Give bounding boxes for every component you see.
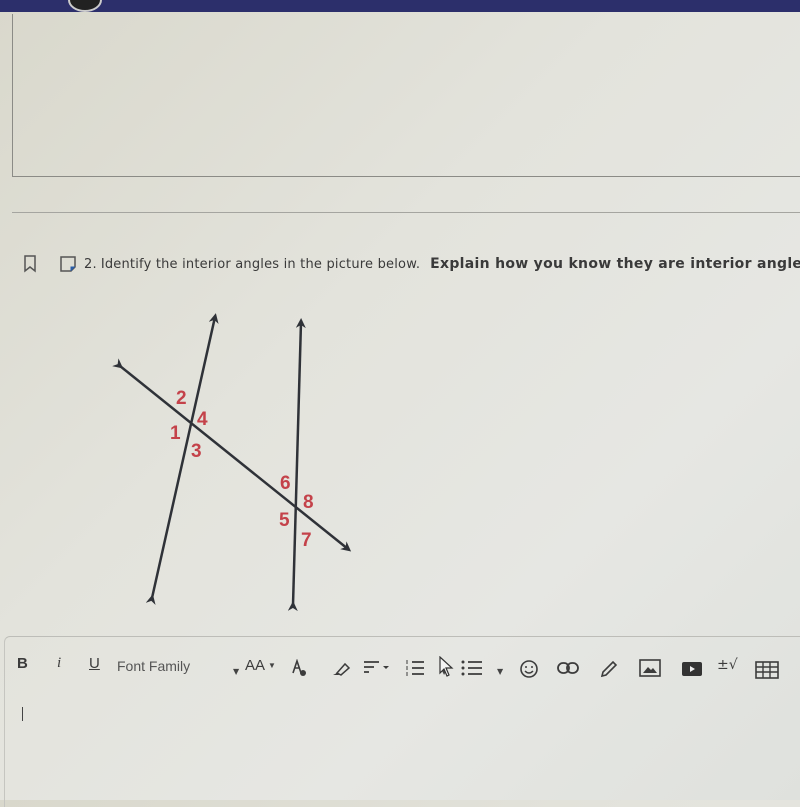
bookmark-icon[interactable] [20,254,40,274]
question-number: 2. [84,256,97,272]
question-header: 2. Identify the interior angles in the p… [20,253,800,275]
emoji-icon[interactable] [519,659,539,679]
question-text: Identify the interior angles in the pict… [100,256,421,272]
angle-label-3: 3 [191,441,202,462]
link-icon[interactable] [557,661,579,675]
angle-label-7: 7 [301,530,312,551]
math-equation-button[interactable]: ±√ [717,657,738,673]
angle-label-1: 1 [170,423,181,444]
mouse-pointer-icon [439,655,455,682]
table-icon[interactable] [755,661,779,679]
user-avatar[interactable] [68,0,102,12]
angle-label-5: 5 [279,510,290,531]
font-family-select[interactable]: Font Family [117,658,190,674]
pencil-icon[interactable] [599,659,619,679]
video-icon[interactable] [681,661,703,677]
angle-label-6: 6 [280,473,291,494]
answer-editor[interactable]: B i U Font Family ▼ AA ▼ ▼ ▼ ±√ [4,636,800,807]
angle-label-4: 4 [197,409,208,430]
text-color-icon[interactable] [291,659,309,677]
font-size-label: AA [245,657,266,674]
top-navigation-bar [0,0,800,12]
align-icon[interactable] [363,659,391,675]
editor-content[interactable] [19,703,799,793]
previous-answer-box[interactable] [12,14,800,177]
font-size-button[interactable]: AA ▼ [245,657,276,674]
editor-toolbar: B i U Font Family ▼ AA ▼ ▼ ▼ ±√ [5,637,800,693]
angle-label-2: 2 [176,388,187,409]
image-icon[interactable] [639,659,661,677]
left-line [145,313,219,605]
right-line [287,318,306,612]
transversal-diagram: 2 4 1 3 6 8 5 7 [112,313,352,612]
highlight-icon[interactable] [331,661,351,677]
question-divider [12,212,800,213]
note-icon[interactable] [58,254,78,274]
angle-label-8: 8 [303,492,314,513]
italic-button[interactable]: i [57,655,61,672]
font-size-dropdown-icon: ▼ [268,661,276,670]
bullet-list-dropdown-icon[interactable]: ▼ [497,667,503,676]
bullet-list-icon[interactable] [461,659,483,677]
transversal-line [112,358,352,552]
font-family-dropdown-icon[interactable]: ▼ [233,667,239,676]
question-instruction: Explain how you know they are interior a… [430,256,800,272]
bold-button[interactable]: B [17,655,28,672]
numbered-list-icon[interactable] [405,659,425,677]
underline-button[interactable]: U [89,655,100,672]
